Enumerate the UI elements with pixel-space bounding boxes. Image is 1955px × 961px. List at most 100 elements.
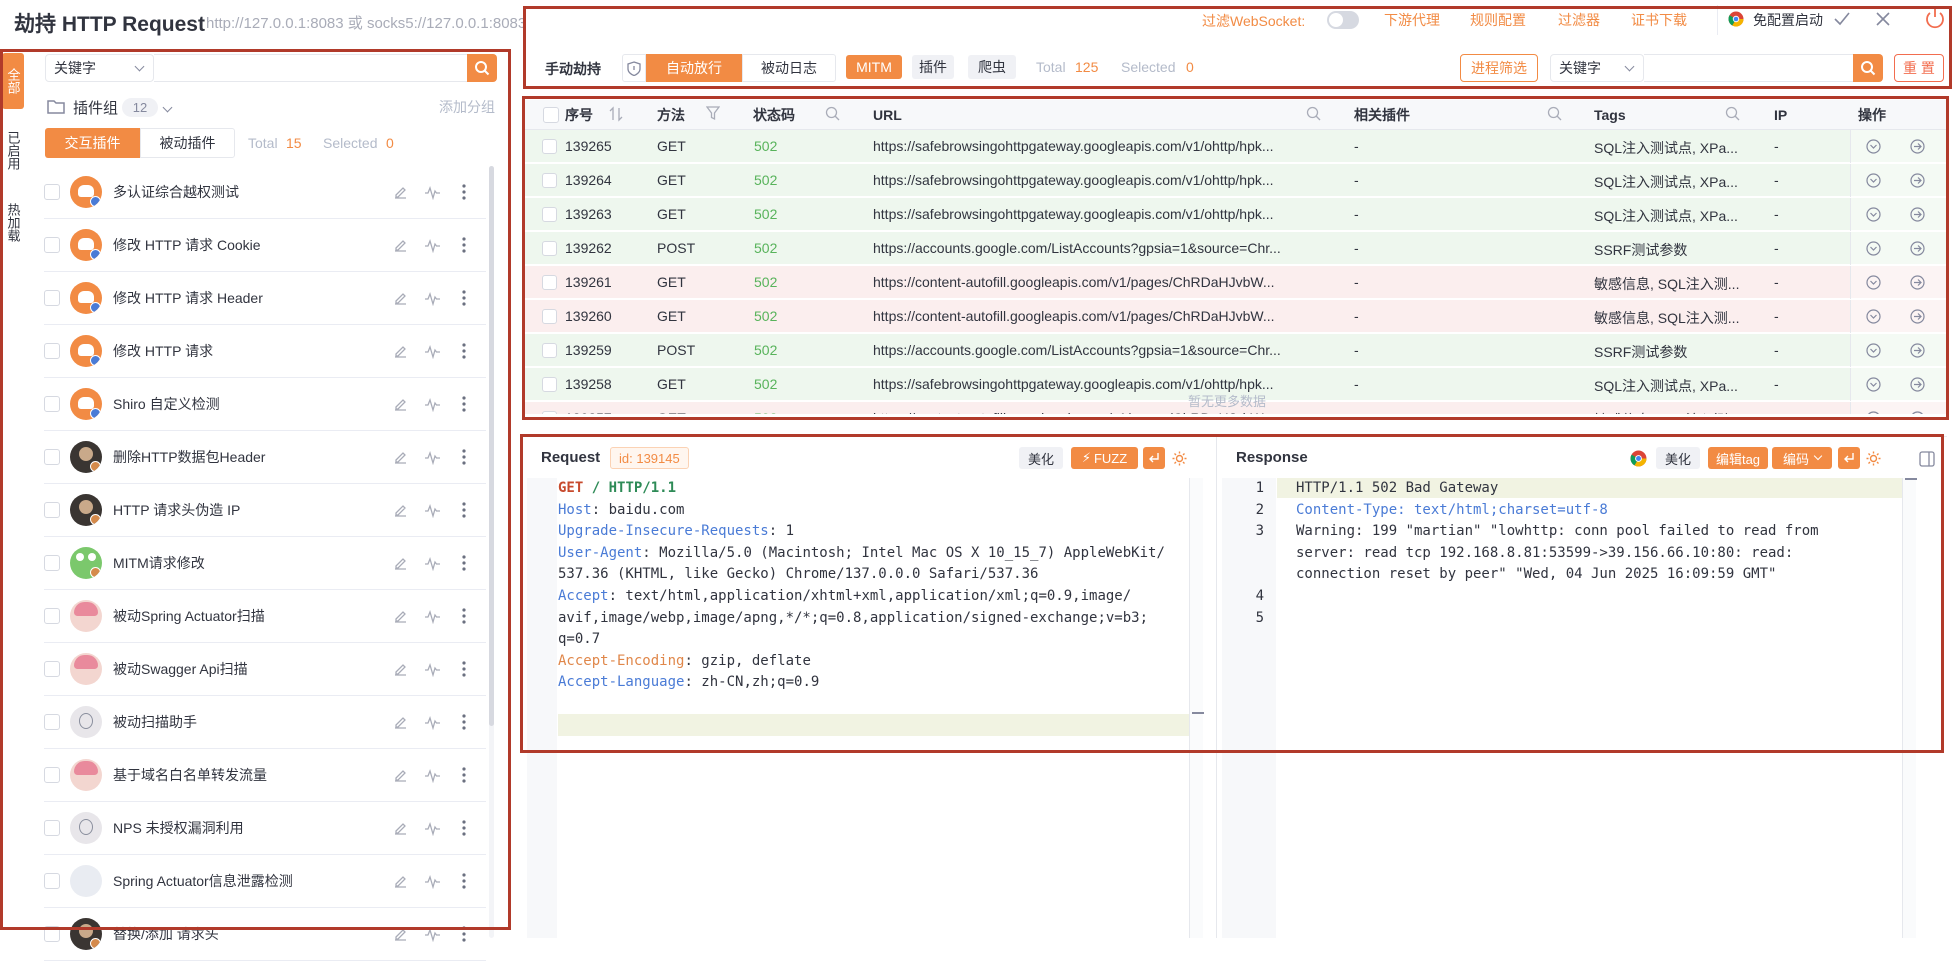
hijack-info-button[interactable] bbox=[622, 54, 646, 82]
row-checkbox[interactable] bbox=[542, 241, 557, 256]
row-open-icon[interactable] bbox=[1910, 139, 1925, 157]
edit-icon[interactable] bbox=[390, 500, 410, 520]
plugin-item[interactable]: Shiro 自定义检测 bbox=[44, 378, 486, 431]
link-cert-download[interactable]: 证书下载 bbox=[1631, 10, 1687, 30]
tab-passive-log[interactable]: 被动日志 bbox=[742, 54, 836, 82]
debug-pulse-icon[interactable] bbox=[422, 341, 442, 361]
more-vertical-icon[interactable] bbox=[454, 235, 474, 255]
row-checkbox[interactable] bbox=[542, 275, 557, 290]
traffic-search-button[interactable] bbox=[1853, 54, 1883, 82]
table-row[interactable]: 139264 GET 502 https://safebrowsingohttpgat… bbox=[525, 164, 1948, 197]
power-icon[interactable] bbox=[1925, 7, 1945, 29]
search-icon[interactable] bbox=[1306, 106, 1321, 121]
row-open-icon[interactable] bbox=[1910, 241, 1925, 259]
more-vertical-icon[interactable] bbox=[454, 500, 474, 520]
search-icon[interactable] bbox=[1725, 106, 1740, 121]
filter-icon[interactable] bbox=[706, 106, 720, 121]
plugin-search-type-select[interactable]: 关键字 bbox=[45, 54, 154, 82]
plugin-item[interactable]: HTTP 请求头伪造 IP bbox=[44, 484, 486, 537]
plugin-checkbox[interactable] bbox=[44, 661, 60, 677]
vtab-hotload[interactable]: 热加载 bbox=[2, 194, 24, 250]
edit-icon[interactable] bbox=[390, 765, 410, 785]
request-code[interactable]: GET / HTTP/1.1 Host: baidu.com Upgrade-Ins… bbox=[558, 478, 1165, 694]
plugin-checkbox[interactable] bbox=[44, 396, 60, 412]
more-vertical-icon[interactable] bbox=[454, 553, 474, 573]
more-vertical-icon[interactable] bbox=[454, 606, 474, 626]
row-open-icon[interactable] bbox=[1910, 173, 1925, 191]
plugin-checkbox[interactable] bbox=[44, 184, 60, 200]
col-id[interactable]: 序号 bbox=[565, 102, 593, 127]
plugin-checkbox[interactable] bbox=[44, 343, 60, 359]
response-editor[interactable]: 1 2 3 4 5 HTTP/1.1 502 Bad Gateway Content-Ty… bbox=[1222, 478, 1902, 938]
edit-icon[interactable] bbox=[390, 394, 410, 414]
plugin-item[interactable]: 被动Spring Actuator扫描 bbox=[44, 590, 486, 643]
plugin-item[interactable]: MITM请求修改 bbox=[44, 537, 486, 590]
table-row[interactable]: 139262 POST 502 https://accounts.google.com… bbox=[525, 232, 1948, 265]
close-icon[interactable] bbox=[1876, 12, 1890, 26]
plugin-item[interactable]: Spring Actuator信息泄露检测 bbox=[44, 855, 486, 908]
row-hijack-icon[interactable] bbox=[1866, 411, 1881, 414]
tab-auto-release[interactable]: 自动放行 bbox=[646, 54, 742, 82]
table-row[interactable]: 139263 GET 502 https://safebrowsingohttpgat… bbox=[525, 198, 1948, 231]
plugin-search-input[interactable] bbox=[154, 54, 468, 82]
table-row[interactable]: 139259 POST 502 https://accounts.google.com… bbox=[525, 334, 1948, 367]
encode-dropdown[interactable]: 编码 bbox=[1772, 447, 1832, 469]
request-beautify-button[interactable]: 美化 bbox=[1019, 447, 1063, 469]
edit-icon[interactable] bbox=[390, 235, 410, 255]
sort-icon[interactable] bbox=[609, 106, 623, 122]
edit-icon[interactable] bbox=[390, 447, 410, 467]
plugin-item[interactable]: 多认证综合越权测试 bbox=[44, 166, 486, 219]
row-checkbox[interactable] bbox=[542, 343, 557, 358]
plugin-item[interactable]: 修改 HTTP 请求 Cookie bbox=[44, 219, 486, 272]
tag-plugin[interactable]: 插件 bbox=[912, 55, 954, 79]
debug-pulse-icon[interactable] bbox=[422, 500, 442, 520]
link-filter[interactable]: 过滤器 bbox=[1558, 10, 1600, 30]
plugin-checkbox[interactable] bbox=[44, 502, 60, 518]
fuzz-button[interactable]: ⚡ FUZZ bbox=[1071, 447, 1138, 469]
row-hijack-icon[interactable] bbox=[1866, 207, 1881, 225]
debug-pulse-icon[interactable] bbox=[422, 818, 442, 838]
plugin-item[interactable]: 基于域名白名单转发流量 bbox=[44, 749, 486, 802]
plugin-checkbox[interactable] bbox=[44, 714, 60, 730]
search-icon[interactable] bbox=[825, 106, 840, 121]
row-hijack-icon[interactable] bbox=[1866, 241, 1881, 259]
edit-icon[interactable] bbox=[390, 606, 410, 626]
plugin-item[interactable]: 删除HTTP数据包Header bbox=[44, 431, 486, 484]
request-settings-gear-icon[interactable] bbox=[1171, 450, 1188, 467]
more-vertical-icon[interactable] bbox=[454, 341, 474, 361]
select-all-checkbox[interactable] bbox=[543, 107, 559, 123]
link-rule-config[interactable]: 规则配置 bbox=[1470, 10, 1526, 30]
debug-pulse-icon[interactable] bbox=[422, 553, 442, 573]
plugin-checkbox[interactable] bbox=[44, 873, 60, 889]
row-checkbox[interactable] bbox=[542, 207, 557, 222]
row-checkbox[interactable] bbox=[542, 139, 557, 154]
plugin-checkbox[interactable] bbox=[44, 926, 60, 942]
process-filter-button[interactable]: 进程筛选 bbox=[1460, 54, 1538, 82]
plugin-item[interactable]: 被动Swagger Api扫描 bbox=[44, 643, 486, 696]
plugin-item[interactable]: 替换/添加 请求头 bbox=[44, 908, 486, 961]
more-vertical-icon[interactable] bbox=[454, 924, 474, 944]
debug-pulse-icon[interactable] bbox=[422, 447, 442, 467]
debug-pulse-icon[interactable] bbox=[422, 182, 442, 202]
plugin-checkbox[interactable] bbox=[44, 820, 60, 836]
vtab-all[interactable]: 全部 bbox=[2, 53, 24, 109]
edit-icon[interactable] bbox=[390, 659, 410, 679]
tag-mitm[interactable]: MITM bbox=[846, 55, 902, 79]
debug-pulse-icon[interactable] bbox=[422, 712, 442, 732]
search-icon[interactable] bbox=[1547, 106, 1562, 121]
more-vertical-icon[interactable] bbox=[454, 447, 474, 467]
response-beautify-button[interactable]: 美化 bbox=[1656, 447, 1700, 469]
edit-icon[interactable] bbox=[390, 553, 410, 573]
response-scroll-thumb[interactable] bbox=[1905, 478, 1917, 480]
row-checkbox[interactable] bbox=[542, 309, 557, 324]
edit-icon[interactable] bbox=[390, 871, 410, 891]
tab-interactive-plugins[interactable]: 交互插件 bbox=[45, 128, 140, 158]
no-config-launch-button[interactable]: 免配置启动 bbox=[1753, 10, 1823, 30]
debug-pulse-icon[interactable] bbox=[422, 606, 442, 626]
check-icon[interactable] bbox=[1834, 12, 1850, 26]
debug-pulse-icon[interactable] bbox=[422, 235, 442, 255]
plugin-search-button[interactable] bbox=[467, 54, 497, 82]
response-settings-gear-icon[interactable] bbox=[1865, 450, 1882, 467]
row-open-icon[interactable] bbox=[1910, 275, 1925, 293]
more-vertical-icon[interactable] bbox=[454, 182, 474, 202]
